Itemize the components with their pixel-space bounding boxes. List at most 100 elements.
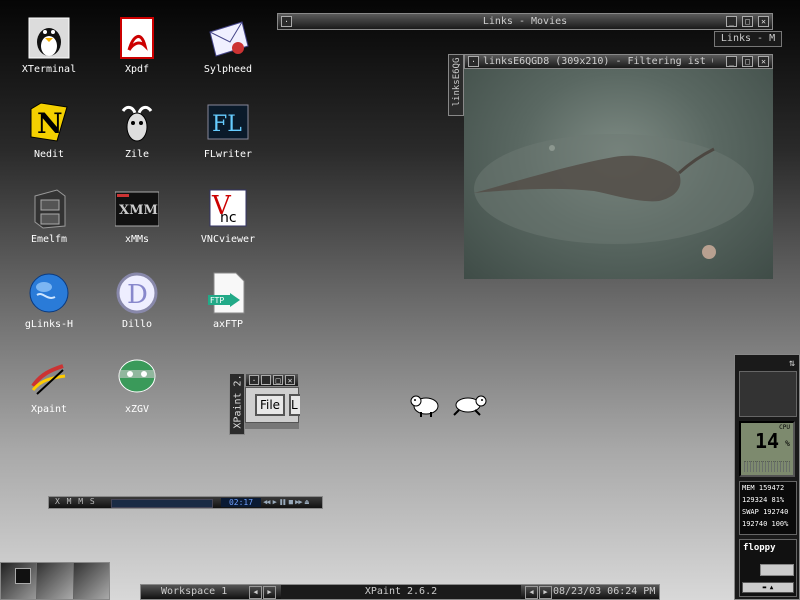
desktop-icon-axftp[interactable]: FTP axFTP	[188, 271, 268, 330]
mem-row-2: 129324 81%	[742, 496, 785, 504]
active-task[interactable]: XPaint 2.6.2	[281, 585, 521, 599]
workspace-pager[interactable]	[0, 562, 110, 600]
side-tab-label: linksE6QG	[452, 57, 462, 107]
desktop-icon-flwriter[interactable]: FL FLwriter	[188, 101, 268, 160]
floppy-mount[interactable]: floppy ▬ ▲	[739, 539, 797, 597]
desktop-icon-vncviewer[interactable]: Vnc VNCviewer	[188, 186, 268, 245]
desktop-icon-nedit[interactable]: N Nedit	[9, 101, 89, 160]
close-icon[interactable]: ✕	[758, 16, 769, 27]
workspace-next-button[interactable]: ▶	[263, 586, 276, 599]
xpaint-body: File L	[245, 387, 300, 423]
xmms-brand: X M M S	[55, 497, 96, 506]
pager-desk-1[interactable]	[1, 563, 38, 599]
desktop-icon-xmms[interactable]: XMM xMMs	[97, 186, 177, 245]
workspace-label[interactable]: Workspace 1	[161, 585, 227, 599]
desktop-icon-label: xMMs	[124, 234, 150, 245]
desktop-icon-xterminal[interactable]: XTerminal	[9, 16, 89, 75]
xmms-seek-bar[interactable]	[111, 499, 213, 508]
desktop-icon-label: Dillo	[121, 319, 153, 330]
swap-row: SWAP 192740	[740, 506, 796, 518]
desktop-icon-label: XTerminal	[21, 64, 77, 75]
maximize-icon[interactable]: □	[273, 375, 283, 385]
workspace-prev-button[interactable]: ◀	[249, 586, 262, 599]
second-menu-button[interactable]: L	[289, 394, 300, 416]
pdf-icon	[115, 16, 159, 60]
xmms-time: 02:17	[221, 498, 261, 507]
xpaint-side-tab[interactable]: XPaint 2.	[229, 373, 245, 435]
gnu-icon	[115, 101, 159, 145]
links-window-titlebar[interactable]: · Links - Movies _ □ ✕	[277, 13, 773, 30]
desktop-icon-label: axFTP	[212, 319, 244, 330]
image-viewer-icon	[115, 356, 159, 400]
svg-text:XMM: XMM	[119, 203, 158, 218]
dillo-icon: D	[115, 271, 159, 315]
xpaint-titlebar[interactable]: · _ □ ✕	[245, 373, 299, 387]
desktop-icon-xzgv[interactable]: xZGV	[97, 356, 177, 415]
desktop-icon-label: Zile	[124, 149, 150, 160]
pebble	[549, 145, 555, 151]
globe-icon	[27, 271, 71, 315]
maximize-icon[interactable]: □	[742, 56, 753, 67]
svg-text:D: D	[127, 280, 148, 310]
mem-value: 159472	[758, 484, 785, 492]
close-icon[interactable]: ✕	[285, 375, 295, 385]
cpu-label: CPU	[779, 424, 790, 431]
editor-n-icon: N	[27, 101, 71, 145]
window-title: linksE6QGD8 (309x210) - Filtering ist 0	[483, 56, 713, 67]
minimize-icon[interactable]: _	[726, 56, 737, 67]
svg-text:FTP: FTP	[210, 296, 224, 305]
memory-monitor: MEM 159472 129324 81% SWAP 192740 192740…	[739, 481, 797, 535]
minimize-icon[interactable]: _	[261, 375, 271, 385]
desktop-icon-label: VNCviewer	[200, 234, 256, 245]
dock: ⇅ CPU 14 % MEM 159472 129324 81% SWAP 19…	[734, 354, 800, 600]
xmms-player[interactable]: X M M S 02:17 ◀◀ ▶ ❚❚ ■ ▶▶ ⏏	[48, 496, 323, 509]
sheep-sprite-icon	[410, 395, 439, 417]
desktop-icon-label: xZGV	[124, 404, 150, 415]
desktop-icon-xpaint[interactable]: Xpaint	[9, 356, 89, 415]
pager-desk-2[interactable]	[37, 563, 74, 599]
swap-value: 192740	[763, 508, 789, 516]
file-menu-button[interactable]: File	[255, 394, 285, 416]
video-window-titlebar[interactable]: · linksE6QGD8 (309x210) - Filtering ist …	[464, 54, 773, 69]
desktop-icon-label: Emelfm	[30, 234, 68, 245]
pager-desk-3[interactable]	[73, 563, 109, 599]
close-icon[interactable]: ✕	[758, 56, 769, 67]
task-next-button[interactable]: ▶	[539, 586, 552, 599]
desktop-icon-label: Sylpheed	[203, 64, 253, 75]
ftp-icon: FTP	[206, 271, 250, 315]
window-menu-button[interactable]: ·	[249, 375, 259, 385]
desktop-icon-dillo[interactable]: D Dillo	[97, 271, 177, 330]
window-menu-button[interactable]: ·	[468, 56, 479, 67]
xmms-controls[interactable]: ◀◀ ▶ ❚❚ ■ ▶▶ ⏏	[263, 498, 319, 507]
floppy-label: floppy	[743, 543, 776, 553]
video-window-side-tab[interactable]: linksE6QG	[448, 54, 464, 116]
flwriter-icon: FL	[206, 101, 250, 145]
desktop-icon-xpdf[interactable]: Xpdf	[97, 16, 177, 75]
desktop-icon-emelfm[interactable]: Emelfm	[9, 186, 89, 245]
floppy-button-bar[interactable]: ▬ ▲	[742, 582, 794, 593]
minimize-icon[interactable]: _	[726, 16, 737, 27]
desktop-icon-glinks-h[interactable]: gLinks-H	[9, 271, 89, 330]
mail-icon	[206, 16, 250, 60]
desktop-icon-sylpheed[interactable]: Sylpheed	[188, 16, 268, 75]
desktop-icon-zile[interactable]: Zile	[97, 101, 177, 160]
cpu-monitor: CPU 14 %	[739, 421, 795, 477]
links-window-tab[interactable]: Links - M	[714, 31, 782, 47]
desktop-icon-label: Xpaint	[30, 404, 68, 415]
cpu-value: 14	[755, 429, 780, 453]
cpu-graph	[744, 461, 790, 472]
xpaint-bottom-strip	[245, 423, 299, 429]
desktop-icon-label: Xpdf	[124, 64, 150, 75]
shell-object	[702, 245, 716, 259]
desktop-icon-label: gLinks-H	[24, 319, 74, 330]
pager-window-thumb	[15, 568, 31, 584]
desktop-icon-label: Nedit	[33, 149, 65, 160]
dock-arrows-icon[interactable]: ⇅	[789, 358, 795, 369]
window-title: Links - Movies	[482, 16, 568, 27]
task-prev-button[interactable]: ◀	[525, 586, 538, 599]
mem-row: MEM 159472	[740, 482, 796, 494]
swap-label: SWAP	[742, 508, 759, 516]
svg-text:N: N	[37, 107, 63, 140]
maximize-icon[interactable]: □	[742, 16, 753, 27]
video-content	[474, 134, 754, 259]
